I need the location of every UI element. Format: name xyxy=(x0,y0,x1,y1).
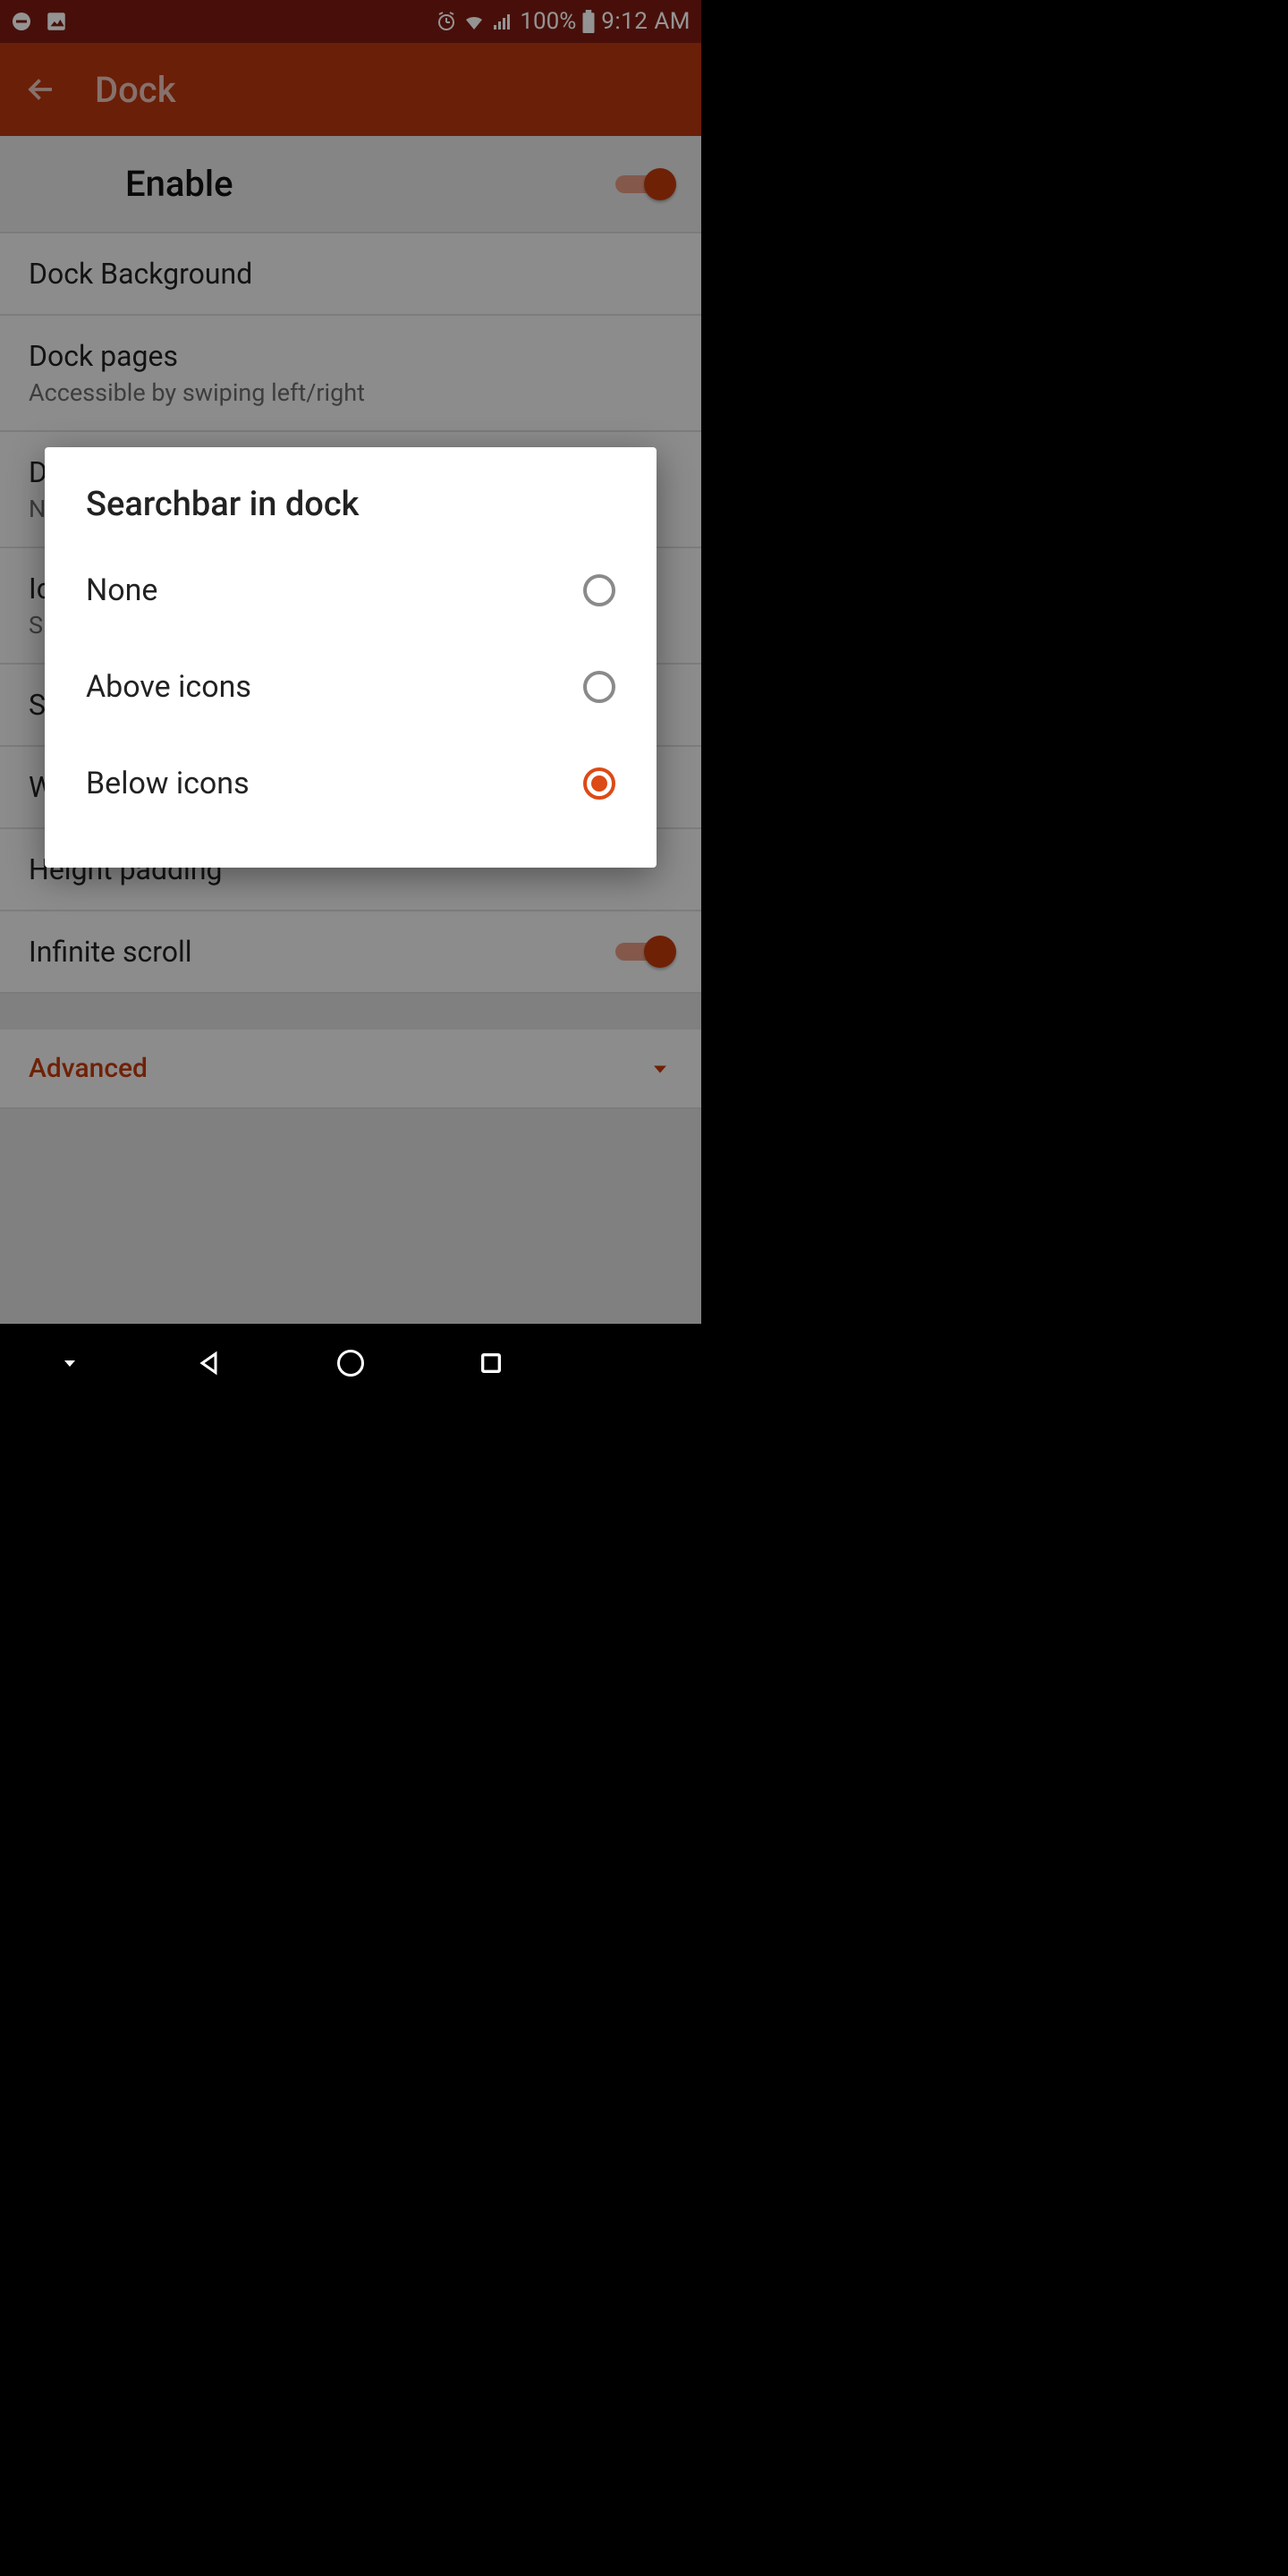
navigation-bar xyxy=(0,1324,701,1402)
radio-selected-icon xyxy=(583,767,615,800)
option-below-icons[interactable]: Below icons xyxy=(45,735,657,832)
nav-recent-icon[interactable] xyxy=(470,1342,513,1385)
option-label: Below icons xyxy=(86,766,250,801)
option-label: Above icons xyxy=(86,669,251,705)
radio-icon xyxy=(583,574,615,606)
radio-icon xyxy=(583,671,615,703)
option-none[interactable]: None xyxy=(45,542,657,639)
option-above-icons[interactable]: Above icons xyxy=(45,639,657,735)
dialog-title: Searchbar in dock xyxy=(45,447,657,542)
option-label: None xyxy=(86,572,157,608)
nav-caret-icon[interactable] xyxy=(48,1342,91,1385)
dialog-searchbar-in-dock: Searchbar in dock None Above icons Below… xyxy=(45,447,657,868)
nav-back-icon[interactable] xyxy=(189,1342,232,1385)
nav-home-icon[interactable] xyxy=(329,1342,372,1385)
